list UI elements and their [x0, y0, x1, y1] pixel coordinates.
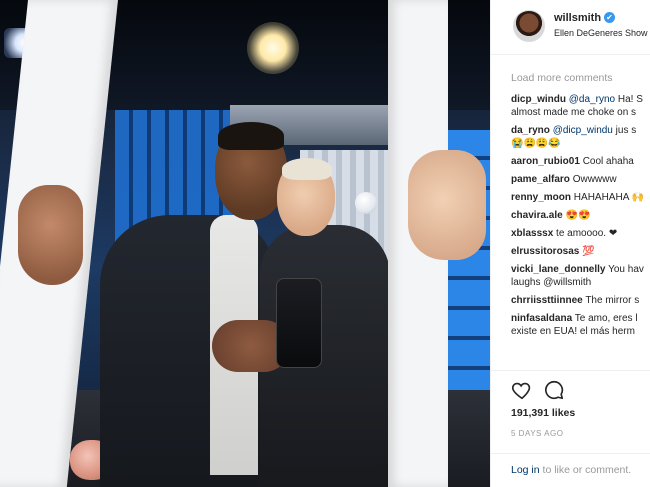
stage-globe-lamp	[355, 192, 377, 214]
post-actions: 191,391 likes 5 DAYS AGO Log in to like …	[491, 370, 650, 487]
comment-username-link[interactable]: da_ryno	[511, 125, 550, 136]
comment-item: vicki_lane_donnelly You hav laughs @wills…	[511, 263, 650, 289]
person-right-hair	[282, 158, 332, 180]
comment-panel: willsmith ✔ Ellen DeGeneres Show Load mo…	[490, 0, 650, 487]
login-prompt: Log in to like or comment.	[491, 453, 650, 476]
comment-mention-link[interactable]: @dicp_windu	[553, 125, 613, 136]
comment-text: te amoooo. ❤	[556, 228, 618, 239]
comment-username-link[interactable]: ninfasaldana	[511, 313, 572, 324]
comment-username-link[interactable]: elrussitorosas	[511, 246, 579, 257]
comment-text-continued: 😭😩😩😂	[511, 138, 561, 149]
comment-username-link[interactable]: aaron_rubio01	[511, 156, 580, 167]
comment-username-link[interactable]: dicp_windu	[511, 94, 566, 105]
person-left-hair	[218, 122, 284, 150]
login-link[interactable]: Log in	[511, 464, 540, 476]
post-photo[interactable]	[0, 0, 490, 487]
load-more-comments-button[interactable]: Load more comments	[511, 72, 613, 84]
verified-badge-icon: ✔	[604, 12, 615, 23]
location-link[interactable]: Ellen DeGeneres Show	[554, 28, 648, 38]
comment-icon[interactable]	[543, 379, 565, 401]
post-timestamp: 5 DAYS AGO	[511, 429, 564, 438]
comment-item: elrussitorosas 💯	[511, 245, 650, 258]
comment-username-link[interactable]: chavira.ale	[511, 210, 563, 221]
hand-right-on-frame	[408, 150, 486, 260]
comment-username-link[interactable]: renny_moon	[511, 192, 571, 203]
login-prompt-text: to like or comment.	[539, 464, 632, 476]
comment-username-link[interactable]: pame_alfaro	[511, 174, 570, 185]
comment-mention-link[interactable]: @da_ryno	[569, 94, 615, 105]
comment-item: da_ryno @dicp_windu jus s 😭😩😩😂	[511, 124, 650, 150]
comment-item: chrriissttiinnee The mirror s	[511, 294, 650, 307]
comment-text: Ha! S	[617, 94, 643, 105]
comment-username-link[interactable]: xblasssx	[511, 228, 553, 239]
comment-text: jus s	[615, 125, 637, 136]
comment-text: You hav	[608, 264, 644, 275]
comment-text-continued: almost made me choke on s	[511, 107, 637, 118]
comment-text: Owwwww	[572, 174, 617, 185]
hand-left-on-frame	[18, 185, 83, 285]
heart-icon[interactable]	[511, 379, 533, 401]
comment-text: Te amo, eres l	[574, 313, 638, 324]
avatar[interactable]	[513, 10, 545, 42]
username-link[interactable]: willsmith	[554, 12, 601, 24]
comment-username-link[interactable]: vicki_lane_donnelly	[511, 264, 606, 275]
comment-text-continued: existe en EUA! el más herm	[511, 326, 635, 337]
comment-text-continued: laughs @willsmith	[511, 277, 592, 288]
comment-text: The mirror s	[585, 295, 640, 306]
comment-text: 😍😍	[565, 210, 591, 221]
post-header: willsmith ✔ Ellen DeGeneres Show	[491, 0, 650, 55]
comment-username-link[interactable]: chrriissttiinnee	[511, 295, 583, 306]
comment-text: HAHAHAHA 🙌	[573, 192, 645, 203]
comment-item: xblasssx te amoooo. ❤	[511, 227, 650, 240]
comment-list: dicp_windu @da_ryno Ha! S almost made me …	[511, 93, 650, 343]
like-count[interactable]: 191,391 likes	[511, 407, 575, 419]
comment-item: dicp_windu @da_ryno Ha! S almost made me …	[511, 93, 650, 119]
comment-text: Cool ahaha	[582, 156, 634, 167]
comment-item: ninfasaldana Te amo, eres l existe en EUA…	[511, 312, 650, 338]
comment-item: chavira.ale 😍😍	[511, 209, 650, 222]
smartphone	[276, 278, 322, 368]
comment-item: pame_alfaro Owwwww	[511, 173, 650, 186]
comment-text: 💯	[582, 246, 595, 257]
comment-item: renny_moon HAHAHAHA 🙌	[511, 191, 650, 204]
spotlight	[247, 22, 299, 74]
comment-item: aaron_rubio01 Cool ahaha	[511, 155, 650, 168]
